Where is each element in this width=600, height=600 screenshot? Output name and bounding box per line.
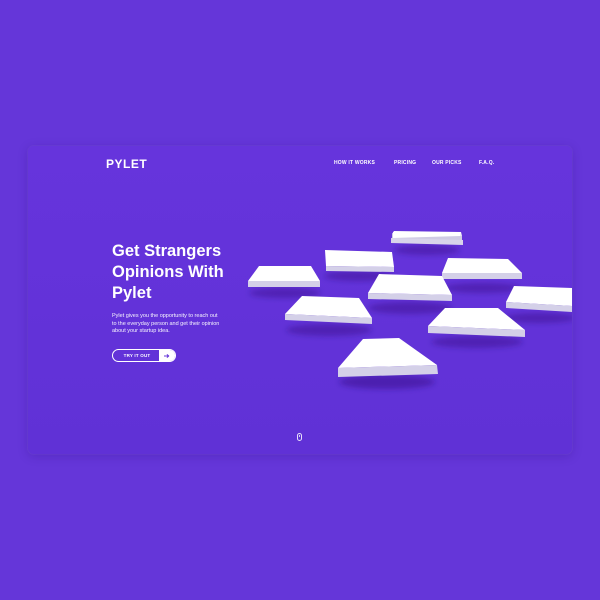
hero-headline-line: Pylet xyxy=(112,284,152,302)
tile xyxy=(324,250,394,281)
arrow-right-icon xyxy=(159,350,175,361)
try-it-out-label: TRY IT OUT xyxy=(123,353,151,358)
nav-item-faq[interactable]: F.A.Q. xyxy=(479,160,494,166)
nav-item-how-it-works[interactable]: HOW IT WORKS xyxy=(334,160,375,166)
hero-subtext-line: to the everyday person and get their opi… xyxy=(112,320,220,327)
landing-page-frame: PYLET HOW IT WORKS PRICING OUR PICKS F.A… xyxy=(28,146,572,454)
try-it-out-button[interactable]: TRY IT OUT xyxy=(112,349,176,362)
floating-tiles-illustration xyxy=(248,231,572,389)
hero-subtext-line: Pylet gives you the opportunity to reach… xyxy=(112,313,218,319)
tile xyxy=(504,286,572,323)
tile xyxy=(285,296,372,336)
tile xyxy=(391,231,463,255)
tile xyxy=(338,338,438,389)
tile xyxy=(428,308,525,348)
tile xyxy=(368,274,452,314)
hero-subtext-line: about your startup idea. xyxy=(112,328,170,334)
hero-headline-line: Opinions With xyxy=(112,263,224,281)
hero-headline-line: Get Strangers xyxy=(112,242,222,260)
mouse-scroll-icon[interactable] xyxy=(297,433,302,441)
nav-item-our-picks[interactable]: OUR PICKS xyxy=(432,160,462,166)
tile xyxy=(442,258,522,293)
hero-subtext: Pylet gives you the opportunity to reach… xyxy=(112,313,252,336)
hero-headline: Get Strangers Opinions With Pylet xyxy=(112,241,262,304)
brand-logo[interactable]: PYLET xyxy=(106,157,147,171)
nav-item-pricing[interactable]: PRICING xyxy=(394,160,416,166)
